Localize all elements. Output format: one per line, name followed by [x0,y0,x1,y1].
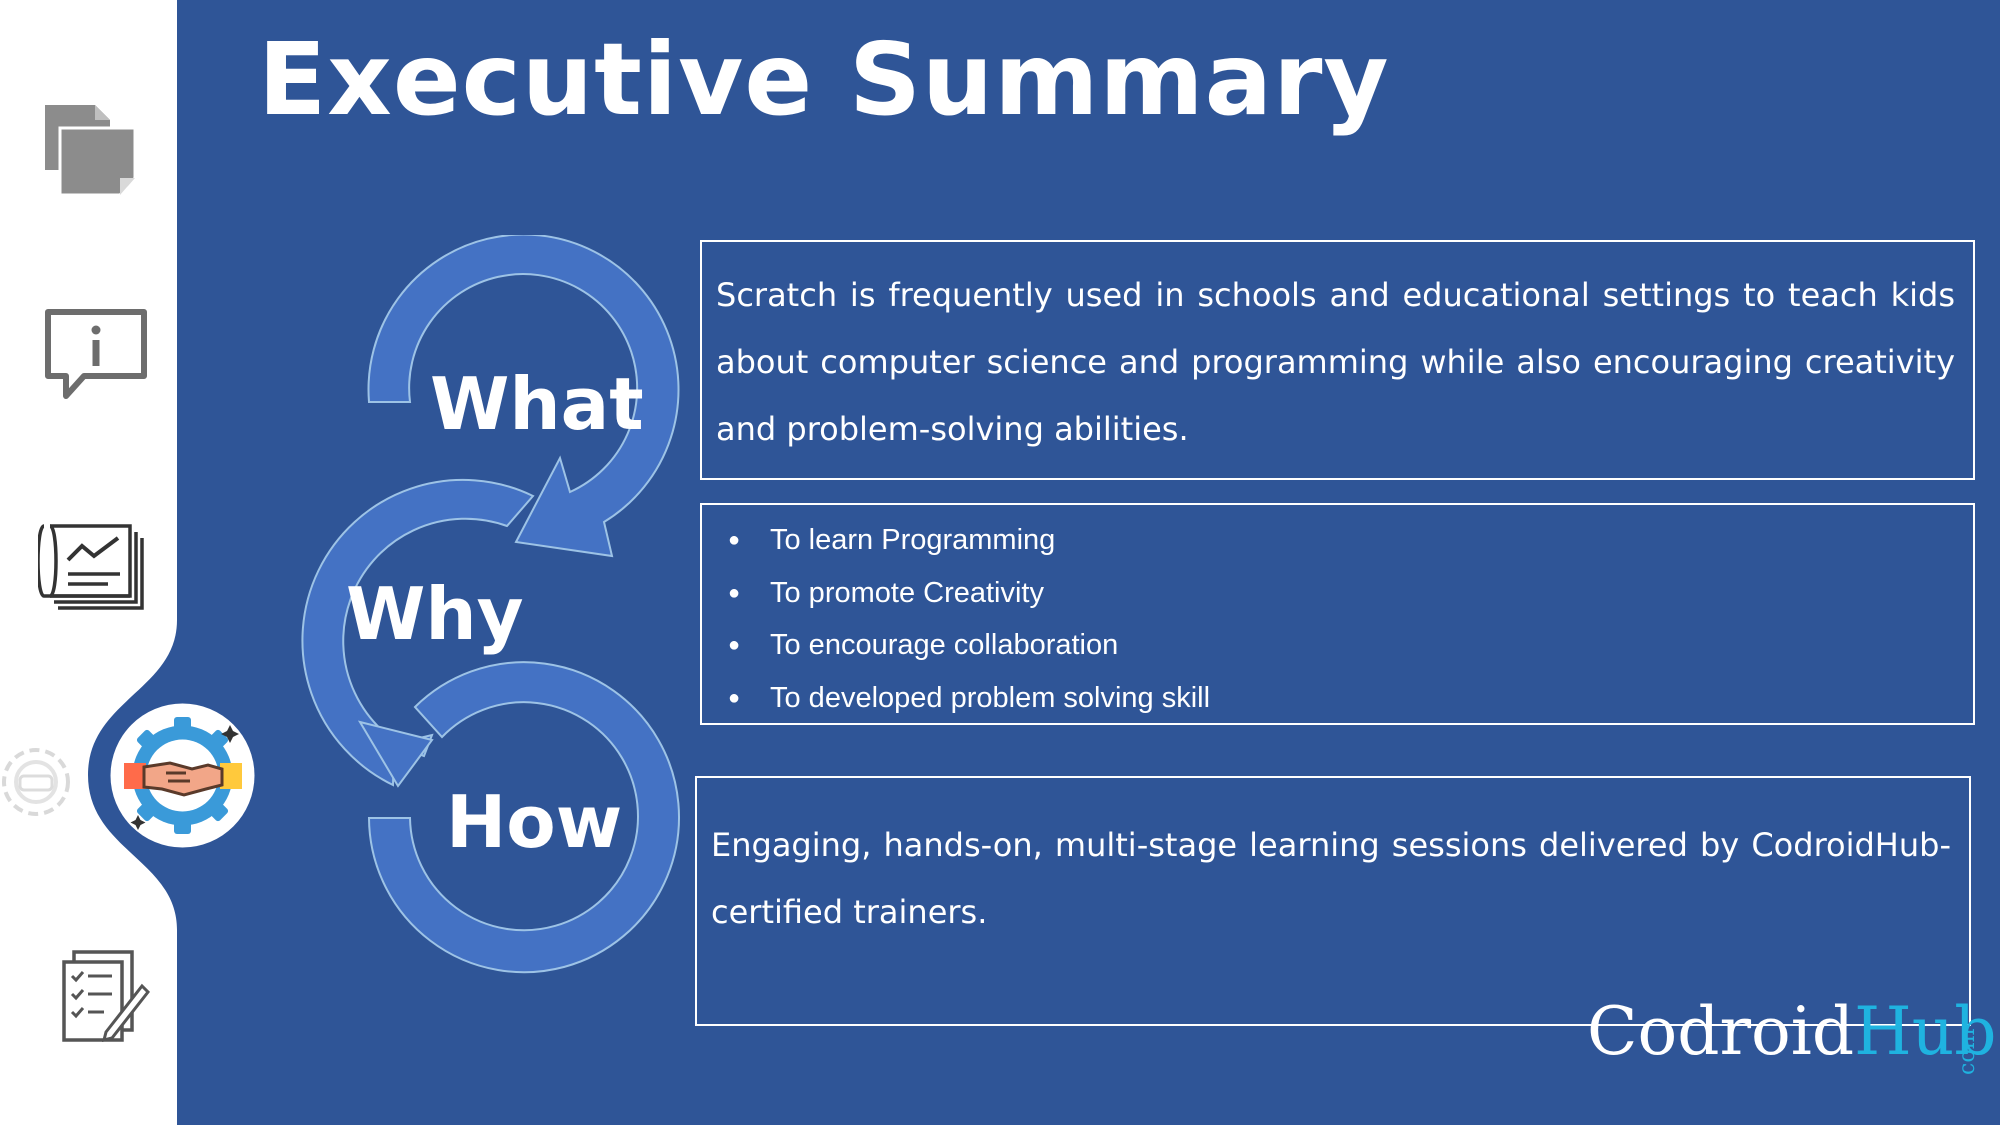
sidebar-item-checklist[interactable] [60,948,150,1043]
cycle-label-why: Why [346,572,524,656]
documents-icon [45,105,137,197]
cycle-label-how: How [446,780,623,864]
how-text: Engaging, hands-on, multi-stage learning… [711,826,1951,931]
why-bullet-item: To encourage collaboration [702,619,1973,672]
cycle-label-what: What [430,362,644,446]
why-bullet-list: To learn Programming To promote Creativi… [702,514,1973,724]
watermark-icon-area [0,740,78,824]
checklist-pen-icon [62,950,150,1043]
brand-logo-part1: Codroid [1587,993,1855,1071]
why-box: To learn Programming To promote Creativi… [700,503,1975,725]
sidebar-item-info[interactable] [44,308,148,400]
sidebar-item-documents[interactable] [40,100,142,200]
sidebar-item-report[interactable] [36,520,146,612]
info-chat-icon [45,309,147,399]
page-title: Executive Summary [258,21,1390,138]
brand-logo: CodroidHub. [1587,999,2000,1065]
brand-logo-suffix: com [1955,1028,1980,1075]
handshake-gear-icon [110,703,255,848]
sidebar-item-partnership[interactable] [110,703,255,848]
how-box: Engaging, hands-on, multi-stage learning… [695,776,1971,1026]
why-bullet-item: To promote Creativity [702,567,1973,620]
what-box: Scratch is frequently used in schools an… [700,240,1975,480]
brand-logo-dot: . [1996,993,2000,1070]
why-bullet-item: To learn Programming [702,514,1973,567]
why-bullet-item: To developed problem solving skill [702,672,1973,725]
what-text: Scratch is frequently used in schools an… [716,276,1955,448]
gear-watermark-icon [2,748,70,816]
report-chart-icon [36,524,144,610]
